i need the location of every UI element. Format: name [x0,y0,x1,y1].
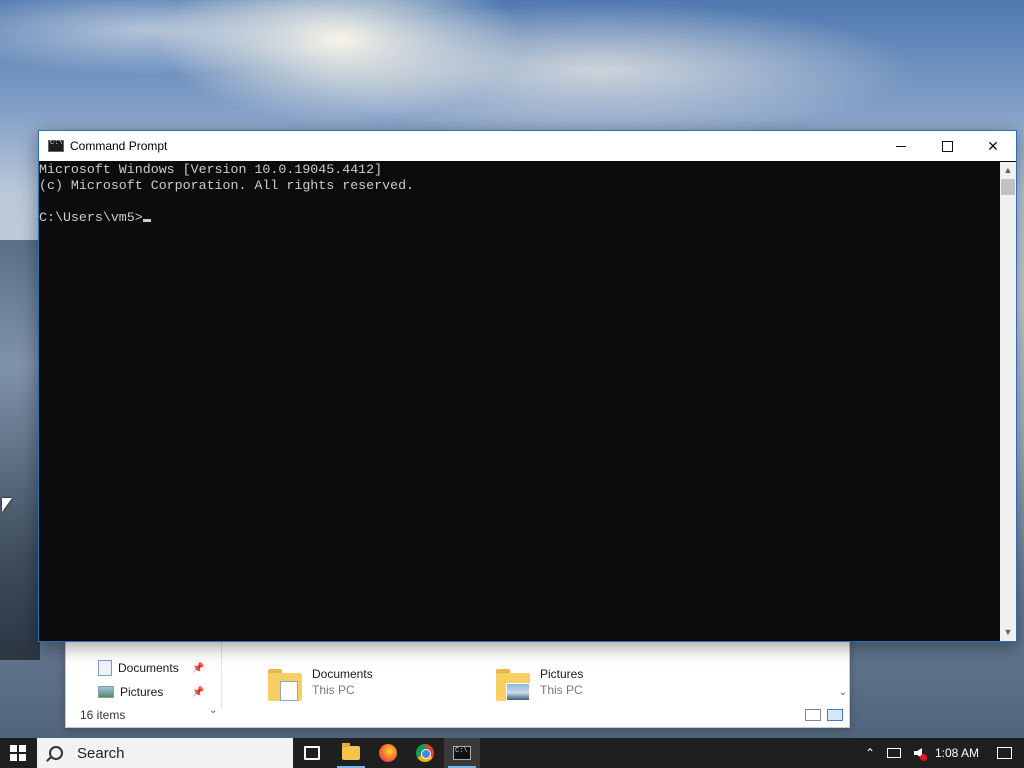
notification-icon [996,747,1012,759]
window-controls: ✕ [878,131,1016,161]
network-icon[interactable] [882,738,906,768]
command-prompt-window[interactable]: Command Prompt ✕ Microsoft Windows [Vers… [38,130,1017,642]
scroll-thumb[interactable] [1001,179,1015,195]
firefox-icon [379,744,397,762]
text-cursor [142,219,151,222]
documents-icon [98,660,112,676]
pin-icon: 📌 [192,687,205,698]
quick-access-tile-documents[interactable]: Documents This PC [268,667,373,707]
command-prompt-icon[interactable] [48,139,64,152]
nav-item-label: Pictures [120,685,164,699]
view-toggle [805,709,843,721]
pane-divider [221,631,222,709]
start-button[interactable] [0,738,36,768]
quick-access-tile-pictures[interactable]: Pictures This PC [496,667,583,707]
system-tray: ⌃ 1:08 AM [858,738,1024,768]
command-prompt-taskbar-button[interactable] [444,738,480,768]
chrome-button[interactable] [407,738,443,768]
search-icon [49,746,63,760]
title-bar[interactable]: Command Prompt ✕ [39,131,1016,161]
tile-name: Documents [312,667,373,681]
console-line: Microsoft Windows [Version 10.0.19045.44… [39,162,383,177]
taskbar: Search ⌃ 1:08 AM [0,738,1024,768]
command-prompt-icon [453,746,471,760]
scroll-down-icon[interactable]: ▼ [1000,624,1016,641]
file-explorer-window[interactable]: Documents 📌 Pictures 📌 ⌄ Documents This … [65,630,850,728]
chevron-down-icon[interactable]: ⌄ [209,705,217,716]
chrome-icon [416,744,434,762]
wallpaper-mountain [0,240,40,660]
console-output[interactable]: Microsoft Windows [Version 10.0.19045.44… [39,162,1000,641]
file-explorer-button[interactable] [333,738,369,768]
console-line: (c) Microsoft Corporation. All rights re… [39,178,415,193]
pin-icon: 📌 [192,663,205,674]
firefox-button[interactable] [370,738,406,768]
mouse-pointer-icon [2,498,12,512]
action-center-button[interactable] [984,738,1024,768]
maximize-button[interactable] [924,131,970,161]
nav-item-documents[interactable]: Documents [98,659,179,677]
window-title: Command Prompt [70,139,168,153]
nav-item-pictures[interactable]: Pictures [98,683,163,701]
close-button[interactable]: ✕ [970,131,1016,161]
console-prompt: C:\Users\vm5> [39,210,143,225]
scroll-up-icon[interactable]: ▲ [1000,162,1016,179]
clock[interactable]: 1:08 AM [930,738,984,768]
file-explorer-icon [342,743,360,760]
documents-folder-icon [268,667,304,701]
search-box[interactable]: Search [37,738,293,768]
pictures-icon [98,686,114,698]
search-placeholder: Search [77,744,125,762]
close-icon: ✕ [987,137,999,154]
volume-muted-icon[interactable] [906,738,930,768]
nav-item-label: Documents [118,661,179,675]
large-icons-view-icon[interactable] [827,709,843,721]
tile-location: This PC [312,683,355,697]
tile-location: This PC [540,683,583,697]
chevron-down-icon[interactable]: ⌄ [839,687,847,698]
status-item-count: 16 items [80,708,126,722]
vertical-scrollbar[interactable]: ▲ ▼ [1000,162,1016,641]
console-line: ​ [39,194,1000,210]
pictures-folder-icon [496,667,532,701]
explorer-navigation-pane: Documents 📌 Pictures 📌 ⌄ [66,641,221,716]
task-view-button[interactable] [294,738,330,768]
tile-name: Pictures [540,667,584,681]
details-view-icon[interactable] [805,709,821,721]
nav-scrollbar[interactable]: ⌄ [206,641,220,716]
task-view-icon [304,746,320,760]
minimize-button[interactable] [878,131,924,161]
show-hidden-icons-button[interactable]: ⌃ [858,738,882,768]
windows-logo-icon [10,745,26,761]
